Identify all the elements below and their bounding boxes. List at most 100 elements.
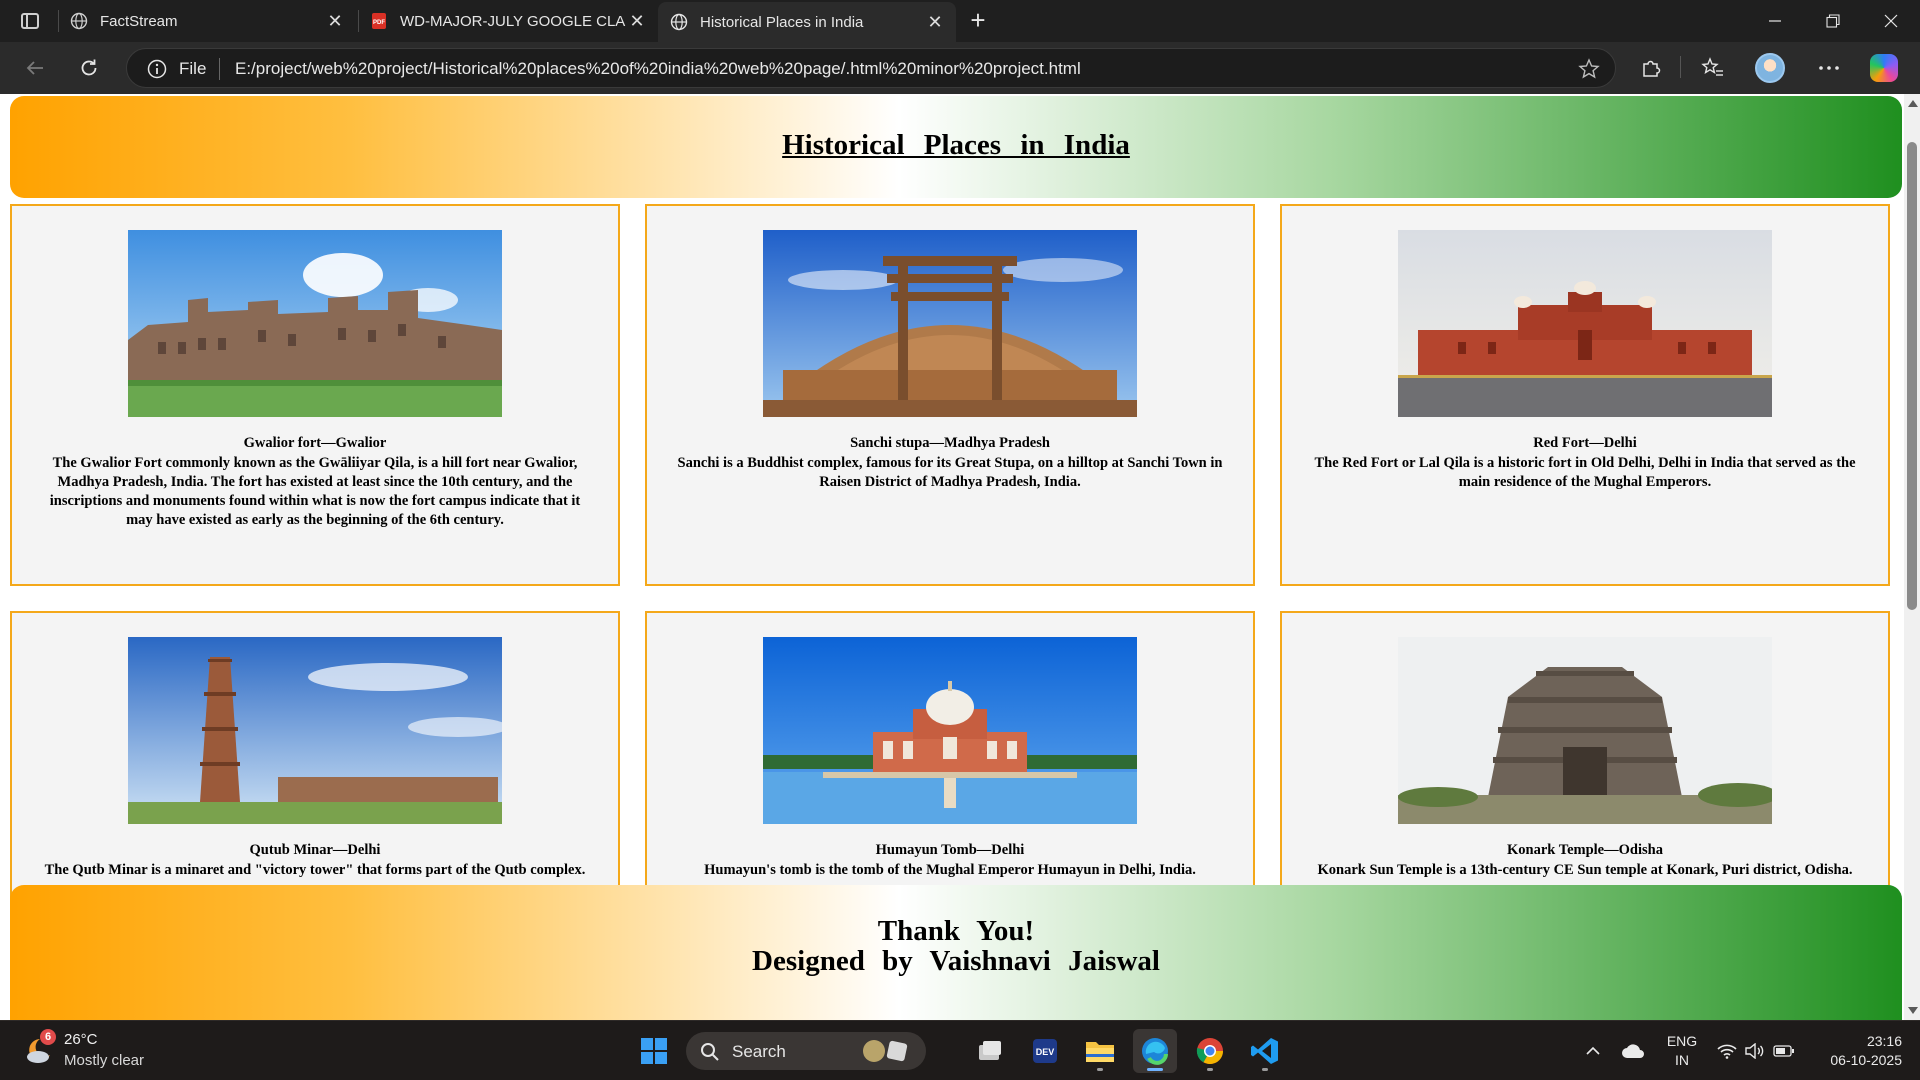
browser-toolbar: File E:/project/web%20project/Historical… xyxy=(0,42,1920,94)
tab-actions-button[interactable] xyxy=(14,8,46,34)
battery-icon xyxy=(1773,1045,1794,1057)
globe-icon xyxy=(70,12,88,30)
task-view-icon xyxy=(979,1041,1001,1060)
weather-temperature: 26°C xyxy=(64,1031,98,1048)
back-button[interactable] xyxy=(18,52,52,84)
close-tab-icon[interactable]: ✕ xyxy=(924,11,946,33)
tab-title: FactStream xyxy=(100,12,178,30)
tab-title: Historical Places in India xyxy=(700,13,864,31)
search-highlight-icon xyxy=(863,1040,908,1062)
tab-actions-icon xyxy=(21,13,39,29)
dev-home-icon: DEV xyxy=(1033,1039,1057,1063)
restore-button[interactable] xyxy=(1804,0,1862,42)
running-indicator xyxy=(1097,1068,1103,1071)
konark-temple-image xyxy=(1398,637,1772,824)
onedrive-button[interactable] xyxy=(1618,1021,1648,1080)
place-name: Sanchi stupa—Madhya Pradesh xyxy=(850,435,1050,451)
close-icon xyxy=(1884,14,1898,28)
chevron-up-icon xyxy=(1586,1046,1600,1055)
favorites-button[interactable] xyxy=(1696,52,1730,84)
favorites-icon xyxy=(1701,57,1723,76)
cloud-icon xyxy=(1622,1044,1644,1058)
place-name: Konark Temple—Odisha xyxy=(1507,842,1663,858)
chrome-app[interactable] xyxy=(1188,1029,1232,1073)
clock-time: 23:16 xyxy=(1866,1033,1902,1049)
puzzle-icon xyxy=(1643,60,1661,77)
close-window-button[interactable] xyxy=(1862,0,1920,42)
place-name: Red Fort—Delhi xyxy=(1533,435,1637,451)
page-scrollbar[interactable] xyxy=(1904,94,1920,1020)
region-code: IN xyxy=(1675,1052,1689,1068)
search-label: Search xyxy=(732,1042,786,1061)
running-indicator xyxy=(1147,1068,1163,1071)
svg-text:DEV: DEV xyxy=(1036,1047,1055,1057)
language-indicator[interactable]: ENG IN xyxy=(1664,1032,1700,1070)
refresh-button[interactable] xyxy=(72,52,106,84)
tab-historical-places[interactable]: Historical Places in India ✕ xyxy=(658,2,956,42)
vscode-icon xyxy=(1251,1038,1278,1064)
address-bar[interactable]: File E:/project/web%20project/Historical… xyxy=(126,48,1616,88)
tab-wd-major[interactable]: PDF WD-MAJOR-JULY GOOGLE CLASS ✕ xyxy=(358,0,658,42)
battery-button[interactable] xyxy=(1770,1021,1798,1080)
devhome-app[interactable]: DEV xyxy=(1023,1029,1067,1073)
page-header: Historical Places in India xyxy=(10,96,1902,198)
qutub-minar-image xyxy=(128,637,502,824)
info-icon[interactable] xyxy=(147,59,167,79)
copilot-icon[interactable] xyxy=(1870,54,1898,82)
favorite-star-icon[interactable] xyxy=(1577,57,1601,81)
place-description: The Red Fort or Lal Qila is a historic f… xyxy=(1314,455,1856,490)
back-arrow-icon xyxy=(26,61,43,75)
edge-browser-icon xyxy=(1142,1038,1168,1065)
scroll-thumb[interactable] xyxy=(1907,142,1917,610)
running-indicator xyxy=(1262,1068,1268,1071)
page-title: Historical Places in India xyxy=(782,129,1130,161)
humayun-tomb-image xyxy=(763,637,1137,824)
new-tab-button[interactable]: + xyxy=(964,7,992,34)
clock-date: 06-10-2025 xyxy=(1830,1052,1902,1068)
extensions-button[interactable] xyxy=(1634,52,1668,84)
place-name: Gwalior fort—Gwalior xyxy=(243,435,387,451)
tab-title: WD-MAJOR-JULY GOOGLE CLASS xyxy=(400,12,626,30)
refresh-icon xyxy=(81,59,97,76)
speaker-icon xyxy=(1745,1043,1764,1059)
windows-taskbar: 6 26°C Mostly clear Search DEV ENG IN 23… xyxy=(0,1020,1920,1080)
wifi-button[interactable] xyxy=(1714,1021,1740,1080)
vscode-app[interactable] xyxy=(1243,1029,1287,1073)
url-text[interactable]: E:/project/web%20project/Historical%20pl… xyxy=(235,59,1081,79)
place-description: Humayun's tomb is the tomb of the Mughal… xyxy=(704,862,1196,878)
language-code: ENG xyxy=(1666,1033,1698,1049)
pdf-icon: PDF xyxy=(370,12,388,30)
system-clock[interactable]: 23:16 06-10-2025 xyxy=(1806,1032,1902,1070)
close-tab-icon[interactable]: ✕ xyxy=(324,10,346,32)
footer-thanks: Thank You! xyxy=(877,915,1035,947)
footer-credit: Designed by Vaishnavi Jaiswal xyxy=(752,945,1160,977)
running-indicator xyxy=(1207,1068,1213,1071)
scroll-up-arrow-icon[interactable] xyxy=(1908,100,1918,107)
more-options-button[interactable] xyxy=(1812,52,1846,84)
folder-icon xyxy=(1086,1042,1114,1062)
volume-button[interactable] xyxy=(1742,1021,1768,1080)
taskbar-search-box[interactable]: Search xyxy=(686,1032,926,1070)
scroll-down-arrow-icon[interactable] xyxy=(1908,1007,1918,1014)
show-hidden-icons-button[interactable] xyxy=(1580,1021,1606,1080)
globe-icon xyxy=(670,13,688,31)
place-name: Qutub Minar—Delhi xyxy=(249,842,381,858)
place-card-red-fort: Red Fort—Delhi The Red Fort or Lal Qila … xyxy=(1280,204,1890,586)
page-footer: Thank You! Designed by Vaishnavi Jaiswal xyxy=(10,885,1902,1020)
place-description: Sanchi is a Buddhist complex, famous for… xyxy=(677,455,1223,490)
browser-tab-strip: FactStream ✕ PDF WD-MAJOR-JULY GOOGLE CL… xyxy=(0,0,1920,42)
minimize-button[interactable] xyxy=(1746,0,1804,42)
edge-app[interactable] xyxy=(1133,1029,1177,1073)
tab-factstream[interactable]: FactStream ✕ xyxy=(58,0,356,42)
place-description: Konark Sun Temple is a 13th-century CE S… xyxy=(1317,862,1853,878)
place-card-gwalior: Gwalior fort—Gwalior The Gwalior Fort co… xyxy=(10,204,620,586)
scheme-label: File xyxy=(179,59,207,78)
place-description: The Gwalior Fort commonly known as the G… xyxy=(49,455,581,528)
place-description: The Qutb Minar is a minaret and "victory… xyxy=(44,862,586,878)
file-explorer-app[interactable] xyxy=(1078,1029,1122,1073)
profile-avatar[interactable] xyxy=(1755,53,1785,83)
page-viewport: Historical Places in India Gwalior fort—… xyxy=(0,94,1904,1020)
close-tab-icon[interactable]: ✕ xyxy=(626,10,648,32)
task-view-button[interactable] xyxy=(968,1029,1012,1073)
start-button[interactable] xyxy=(632,1029,676,1073)
